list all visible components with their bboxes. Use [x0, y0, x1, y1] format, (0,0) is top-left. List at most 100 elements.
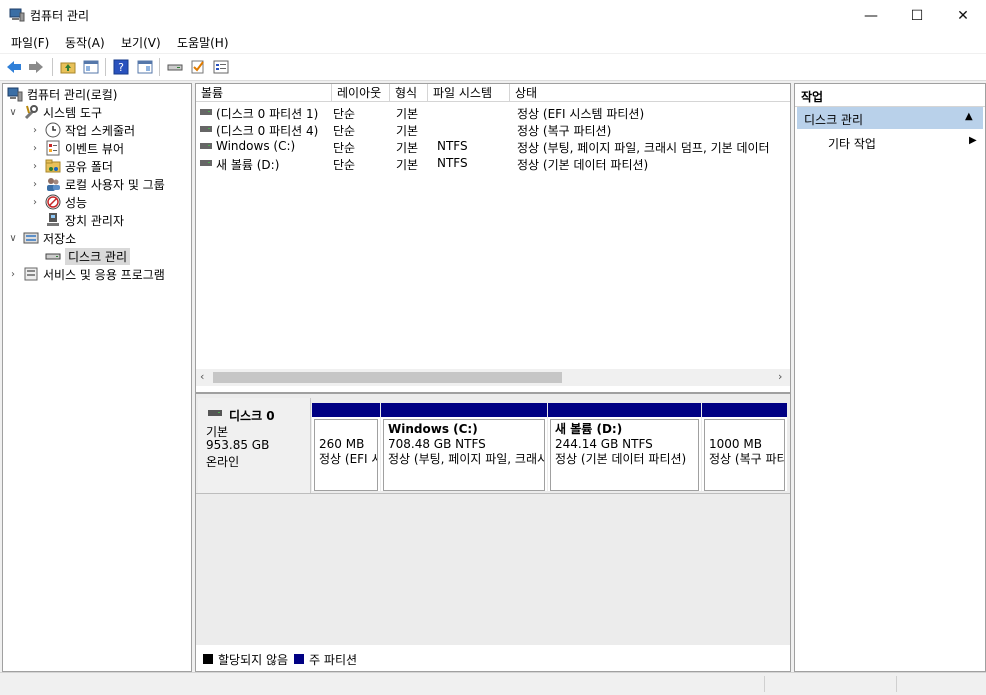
tree-label: 이벤트 뷰어: [65, 141, 125, 156]
status-bar: [0, 672, 986, 695]
up-folder-button[interactable]: [59, 58, 77, 76]
tree-item-local-users[interactable]: › 로컬 사용자 및 그룹: [29, 175, 165, 193]
partition-status: 정상 (부팅, 페이지 파일, 크래시 덤프, 기본 데이터 파티션): [388, 452, 545, 466]
tree-item-device-manager[interactable]: 장치 관리자: [41, 211, 124, 229]
table-row[interactable]: (디스크 0 파티션 4) 단순 기본 정상 (복구 파티션): [196, 121, 790, 138]
back-arrow-icon: [7, 61, 21, 73]
tree-item-computer-management[interactable]: 컴퓨터 관리(로컬): [7, 85, 117, 103]
partition-efi[interactable]: 260 MB 정상 (EFI 시스템 파티션): [312, 403, 380, 491]
chevron-right-icon[interactable]: ›: [7, 269, 19, 280]
legend: 할당되지 않음 주 파티션: [196, 647, 790, 671]
close-button[interactable]: ✕: [940, 0, 986, 31]
disk-name: 디스크 0: [229, 409, 275, 423]
performance-icon: [45, 194, 61, 210]
volume-icon: [200, 109, 212, 115]
partition-size: 708.48 GB NTFS: [388, 437, 486, 451]
minimize-button[interactable]: —: [848, 0, 894, 31]
menu-file[interactable]: 파일(F): [11, 34, 49, 51]
storage-icon: [23, 232, 39, 244]
scroll-left-icon[interactable]: ‹: [200, 370, 204, 383]
partition-size: 1000 MB: [709, 437, 762, 451]
check-button[interactable]: [189, 58, 207, 76]
menu-view[interactable]: 보기(V): [121, 34, 161, 51]
tree-label: 장치 관리자: [65, 213, 125, 228]
submenu-arrow-icon: ▶: [969, 135, 977, 146]
scroll-right-icon[interactable]: ›: [778, 370, 782, 383]
collapse-icon[interactable]: ▲: [965, 111, 973, 122]
cell-type: 기본: [396, 124, 419, 138]
tree-item-disk-management[interactable]: 디스크 관리: [41, 247, 131, 265]
column-header-status[interactable]: 상태: [510, 84, 790, 102]
tree-item-performance[interactable]: › 성능: [29, 193, 87, 211]
partition-title: 새 볼륨 (D:): [555, 422, 623, 436]
tree-label: 서비스 및 응용 프로그램: [43, 267, 165, 282]
maximize-icon: ☐: [910, 7, 924, 24]
window-title: 컴퓨터 관리: [30, 9, 90, 23]
table-row[interactable]: (디스크 0 파티션 1) 단순 기본 정상 (EFI 시스템 파티션): [196, 104, 790, 121]
menu-help[interactable]: 도움말(H): [177, 34, 229, 51]
table-row[interactable]: 새 볼륨 (D:) 단순 기본 NTFS 정상 (기본 데이터 파티션): [196, 155, 790, 172]
connect-button[interactable]: [166, 58, 184, 76]
chevron-right-icon[interactable]: ›: [29, 125, 41, 136]
tree-label: 저장소: [43, 231, 77, 246]
tree-item-shared-folders[interactable]: › 공유 폴더: [29, 157, 113, 175]
tree-item-system-tools[interactable]: ∨ 시스템 도구: [7, 103, 102, 121]
column-header-type[interactable]: 형식: [390, 84, 428, 102]
disk-info[interactable]: 디스크 0 기본 953.85 GB 온라인: [198, 398, 311, 494]
show-hide-action-pane-button[interactable]: [136, 58, 154, 76]
chevron-right-icon[interactable]: ›: [29, 143, 41, 154]
partition-volume-d[interactable]: 새 볼륨 (D:) 244.14 GB NTFS 정상 (기본 데이터 파티션): [548, 403, 701, 491]
disk-map-area: 디스크 0 기본 953.85 GB 온라인 260 MB 정상 (EFI 시스…: [196, 394, 790, 645]
primary-partition-bar: [548, 403, 701, 417]
table-row[interactable]: Windows (C:) 단순 기본 NTFS 정상 (부팅, 페이지 파일, …: [196, 138, 790, 155]
menu-action[interactable]: 동작(A): [65, 34, 105, 51]
column-header-file-system[interactable]: 파일 시스템: [428, 84, 510, 102]
up-folder-icon: [60, 62, 76, 74]
partition-windows-c[interactable]: Windows (C:) 708.48 GB NTFS 정상 (부팅, 페이지 …: [381, 403, 547, 491]
chevron-down-icon[interactable]: ∨: [7, 107, 19, 118]
horizontal-scrollbar[interactable]: ‹ ›: [196, 369, 790, 386]
toolbar: ?: [0, 54, 986, 81]
event-viewer-icon: [46, 140, 60, 156]
chevron-right-icon[interactable]: ›: [29, 179, 41, 190]
properties-icon: [213, 60, 229, 74]
help-button[interactable]: ?: [112, 58, 130, 76]
tools-icon: [24, 105, 38, 120]
primary-partition-bar: [381, 403, 547, 417]
action-section-disk-management[interactable]: 디스크 관리 ▲: [797, 107, 983, 129]
header-label: 파일 시스템: [433, 86, 493, 100]
computer-management-icon: [7, 87, 23, 102]
back-button[interactable]: [5, 58, 23, 76]
tree-item-storage[interactable]: ∨ 저장소: [7, 229, 76, 247]
empty-disk-area: [196, 493, 790, 645]
partition-title: Windows (C:): [388, 422, 478, 436]
column-header-volume[interactable]: 볼륨: [196, 84, 332, 102]
unallocated-swatch: [203, 654, 213, 664]
tree-label: 공유 폴더: [65, 159, 113, 174]
maximize-button[interactable]: ☐: [894, 0, 940, 31]
help-icon: ?: [113, 59, 129, 75]
show-hide-tree-button[interactable]: [82, 58, 100, 76]
tree-item-task-scheduler[interactable]: › 작업 스케줄러: [29, 121, 135, 139]
properties-button[interactable]: [212, 58, 230, 76]
cell-status: 정상 (부팅, 페이지 파일, 크래시 덤프, 기본 데이터: [517, 141, 770, 155]
partition-recovery[interactable]: 1000 MB 정상 (복구 파티션): [702, 403, 787, 491]
action-label: 기타 작업: [828, 137, 876, 151]
svg-text:?: ?: [118, 61, 124, 74]
volume-icon: [200, 160, 212, 166]
chevron-right-icon[interactable]: ›: [29, 197, 41, 208]
partition-title: [319, 422, 373, 437]
tree-item-event-viewer[interactable]: › 이벤트 뷰어: [29, 139, 124, 157]
cell-type: 기본: [396, 107, 419, 121]
chevron-right-icon[interactable]: ›: [29, 161, 41, 172]
tree-label: 로컬 사용자 및 그룹: [65, 177, 165, 192]
column-header-layout[interactable]: 레이아웃: [332, 84, 390, 102]
tree-item-services-apps[interactable]: › 서비스 및 응용 프로그램: [7, 265, 165, 283]
cell-volume: Windows (C:): [216, 139, 296, 153]
forward-button[interactable]: [27, 58, 45, 76]
cell-status: 정상 (복구 파티션): [517, 124, 612, 138]
checklist-icon: [191, 60, 204, 74]
scrollbar-thumb[interactable]: [213, 372, 562, 383]
chevron-down-icon[interactable]: ∨: [7, 233, 19, 244]
action-more-actions[interactable]: 기타 작업 ▶: [797, 132, 983, 152]
